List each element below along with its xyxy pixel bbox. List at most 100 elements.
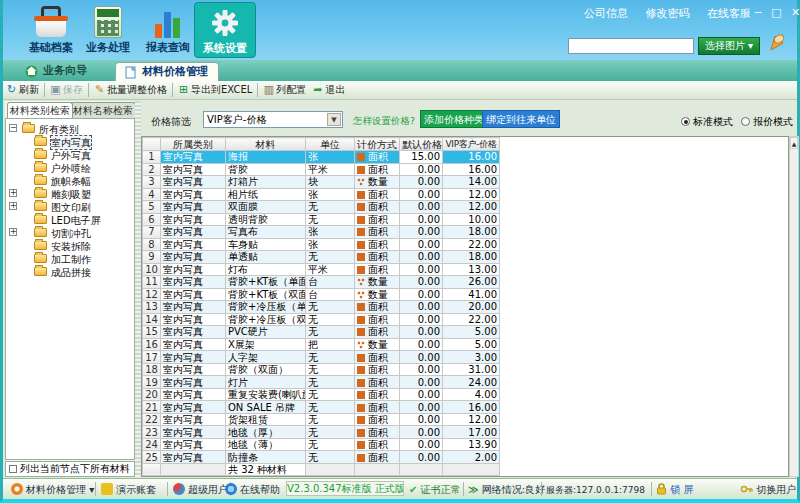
horn-icon[interactable] bbox=[767, 32, 787, 52]
collapse-icon[interactable]: − bbox=[9, 124, 17, 132]
pick-image-button[interactable]: 选择图片 ▾ bbox=[698, 37, 760, 55]
col-method[interactable]: 计价方式 bbox=[355, 138, 400, 151]
refresh-button[interactable]: ↻刷新 bbox=[3, 81, 42, 99]
status-help[interactable]: 在线帮助 bbox=[225, 483, 280, 497]
price-help-link[interactable]: 怎样设置价格? bbox=[353, 115, 415, 128]
table-row[interactable]: 14室内写真背胶+冷压板（双面）无面积0.0022.00 bbox=[143, 313, 500, 326]
image-search-input[interactable] bbox=[568, 38, 694, 54]
col-default-price[interactable]: 默认价格 bbox=[400, 138, 443, 151]
table-row[interactable]: 15室内写真PVC硬片无面积0.005.00 bbox=[143, 326, 500, 339]
expand-icon[interactable]: + bbox=[9, 228, 17, 236]
table-row[interactable]: 1室内写真海报张面积15.0016.00 bbox=[143, 151, 500, 164]
table-row[interactable]: 7室内写真写真布张面积0.0018.00 bbox=[143, 226, 500, 239]
tree-item[interactable]: 户外写真 bbox=[6, 148, 134, 161]
dropdown-arrow-icon: ▼ bbox=[327, 113, 341, 126]
table-row[interactable]: 18室内写真背胶（双面）无面积0.0031.00 bbox=[143, 363, 500, 376]
col-category[interactable]: 所属类别 bbox=[161, 138, 226, 151]
table-row[interactable]: 24室内写真地毯（薄）无面积0.0013.90 bbox=[143, 438, 500, 451]
export-excel-button[interactable]: ⊞导出到EXCEL bbox=[175, 81, 255, 99]
vertical-scrollbar[interactable]: ▲ bbox=[789, 136, 799, 477]
column-config-button[interactable]: ▥列配置 bbox=[260, 81, 309, 99]
table-row[interactable]: 17室内写真人字架无面积0.003.00 bbox=[143, 351, 500, 364]
quantity-icon bbox=[357, 291, 365, 299]
folder-icon bbox=[34, 267, 47, 276]
table-row[interactable]: 11室内写真背胶+KT板（单面）台数量0.0026.00 bbox=[143, 276, 500, 289]
tree-item[interactable]: LED电子屏 bbox=[6, 213, 134, 226]
col-unit[interactable]: 单位 bbox=[306, 138, 355, 151]
tree-item[interactable]: +雕刻吸塑 bbox=[6, 187, 134, 200]
table-row[interactable]: 10室内写真灯布平米面积0.0013.00 bbox=[143, 263, 500, 276]
col-material[interactable]: 材料 bbox=[226, 138, 306, 151]
status-user[interactable]: 超级用户 bbox=[173, 483, 228, 497]
maximize-button[interactable]: □ bbox=[771, 6, 781, 19]
document-icon bbox=[124, 66, 137, 79]
table-row[interactable]: 16室内写真X展架把数量0.005.00 bbox=[143, 338, 500, 351]
lock-screen-button[interactable]: 锁 屏 bbox=[656, 483, 693, 497]
area-icon bbox=[357, 328, 365, 336]
nav-system-settings[interactable]: 系统设置 bbox=[194, 2, 256, 58]
expand-icon[interactable]: + bbox=[9, 189, 17, 197]
nav-basic-archives[interactable]: 基础档案 bbox=[20, 2, 82, 58]
table-row[interactable]: 25室内写真防撞条无面积0.002.00 bbox=[143, 451, 500, 464]
area-icon bbox=[357, 166, 365, 174]
bind-customer-button[interactable]: 绑定到往来单位 bbox=[482, 110, 560, 128]
tab-material-price[interactable]: 材料价格管理 bbox=[115, 62, 219, 81]
area-icon bbox=[357, 441, 365, 449]
table-row[interactable]: 6室内写真透明背胶无面积0.0010.00 bbox=[143, 213, 500, 226]
area-icon bbox=[357, 303, 365, 311]
tree-item[interactable]: 成品拼接 bbox=[6, 265, 134, 278]
area-icon bbox=[357, 391, 365, 399]
tree-item[interactable]: +切割冲孔 bbox=[6, 226, 134, 239]
tree-item[interactable]: 旗帜条幅 bbox=[6, 174, 134, 187]
table-row[interactable]: 12室内写真背胶+KT板（双面）台数量0.0041.00 bbox=[143, 288, 500, 301]
table-row[interactable]: 3室内写真灯箱片块数量0.0014.00 bbox=[143, 176, 500, 189]
table-row[interactable]: 22室内写真货架租赁无面积0.0012.00 bbox=[143, 413, 500, 426]
menu-change-password[interactable]: 修改密码 bbox=[646, 7, 690, 20]
tree-item[interactable]: 室内写真 bbox=[6, 135, 134, 148]
table-row[interactable]: 5室内写真双面膜无面积0.0012.00 bbox=[143, 201, 500, 214]
price-type-dropdown[interactable]: VIP客户-价格▼ bbox=[203, 111, 343, 128]
area-icon bbox=[357, 153, 365, 161]
save-button[interactable]: ▣保存 bbox=[47, 81, 86, 99]
refresh-icon: ↻ bbox=[5, 83, 18, 96]
scroll-up-icon[interactable]: ▲ bbox=[790, 137, 798, 149]
tree-item[interactable]: 加工制作 bbox=[6, 252, 134, 265]
standard-mode-radio[interactable]: 标准模式 bbox=[681, 115, 733, 129]
table-row[interactable]: 9室内写真单透贴无面积0.0018.00 bbox=[143, 251, 500, 264]
area-icon bbox=[357, 316, 365, 324]
tree-root[interactable]: −所有类别 bbox=[6, 122, 134, 135]
tab-business-wizard[interactable]: 业务向导 bbox=[17, 62, 97, 81]
table-row[interactable]: 4室内写真相片纸张面积0.0012.00 bbox=[143, 188, 500, 201]
close-button[interactable]: ✕ bbox=[791, 6, 800, 19]
minimize-button[interactable]: ─ bbox=[755, 6, 762, 19]
col-vip-price[interactable]: VIP客户-价格 bbox=[443, 138, 500, 151]
menu-company-info[interactable]: 公司信息 bbox=[584, 7, 628, 20]
status-account[interactable]: 演示账套 bbox=[101, 483, 156, 497]
batch-adjust-button[interactable]: ✎批量调整价格 bbox=[91, 81, 170, 99]
table-row[interactable]: 23室内写真地毯（厚）无面积0.0017.00 bbox=[143, 426, 500, 439]
status-module[interactable]: 材料价格管理 ▾ bbox=[11, 483, 94, 497]
menu-online-service[interactable]: 在线客服 bbox=[707, 7, 751, 20]
table-row[interactable]: 20室内写真重复安装费(喇叭旗/门型无面积0.004.00 bbox=[143, 388, 500, 401]
list-all-checkbox[interactable]: 列出当前节点下所有材料 bbox=[5, 461, 135, 477]
nav-report-query[interactable]: 报表查询 bbox=[137, 2, 199, 58]
table-row[interactable]: 2室内写真背胶平米面积0.0016.00 bbox=[143, 163, 500, 176]
nav-business-process[interactable]: 业务处理 bbox=[77, 2, 139, 58]
tab-category-search[interactable]: 材料类别检索 bbox=[7, 102, 73, 118]
switch-user-button[interactable]: 切换用户 bbox=[740, 483, 796, 497]
tab-name-search[interactable]: 材料名称检索 bbox=[70, 102, 136, 118]
table-row[interactable]: 13室内写真背胶+冷压板（单面）无面积0.0020.00 bbox=[143, 301, 500, 314]
price-table: 所属类别 材料 单位 计价方式 默认价格 VIP客户-价格 1室内写真海报张面积… bbox=[141, 136, 789, 477]
tree-item[interactable]: 安装拆除 bbox=[6, 239, 134, 252]
table-row[interactable]: 21室内写真ON SALE 吊牌无面积0.0016.00 bbox=[143, 401, 500, 414]
price-filter-label: 价格筛选 bbox=[151, 115, 191, 129]
table-row[interactable]: 19室内写真灯片无面积0.0024.00 bbox=[143, 376, 500, 389]
tree-item[interactable]: +图文印刷 bbox=[6, 200, 134, 213]
area-icon bbox=[357, 404, 365, 412]
tree-item[interactable]: 户外喷绘 bbox=[6, 161, 134, 174]
exit-button[interactable]: ➦退出 bbox=[309, 81, 348, 99]
expand-icon[interactable]: + bbox=[9, 202, 17, 210]
quote-mode-radio[interactable]: 报价模式 bbox=[741, 115, 793, 129]
add-price-type-button[interactable]: 添加价格种类 bbox=[420, 110, 488, 128]
table-row[interactable]: 8室内写真车身贴张面积0.0022.00 bbox=[143, 238, 500, 251]
